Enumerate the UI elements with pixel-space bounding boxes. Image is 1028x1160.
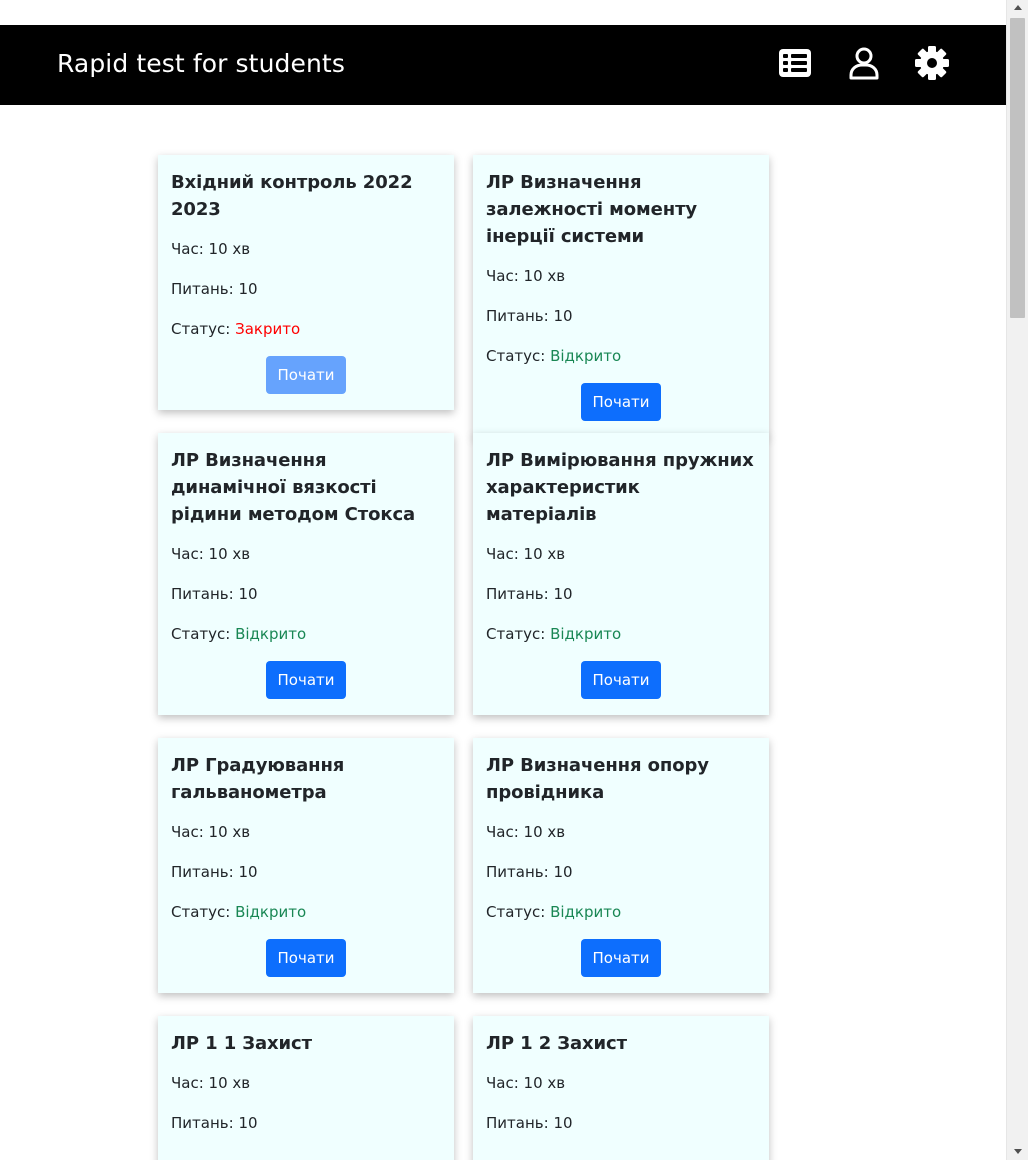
test-time: Час: 10 хв: [486, 823, 566, 841]
test-card: ЛР Визначення опору провідника Час: 10 х…: [473, 738, 769, 993]
start-button[interactable]: Почати: [581, 383, 661, 421]
start-button[interactable]: Почати: [581, 939, 661, 977]
test-card: ЛР Визначення динамічної вязкості рідини…: [158, 433, 454, 715]
test-questions: Питань: 10: [486, 307, 573, 325]
test-status: Статус: Відкрито: [486, 903, 622, 921]
vertical-scrollbar[interactable]: [1006, 0, 1028, 1160]
test-title: ЛР Вимірювання пружних характеристик мат…: [486, 450, 754, 525]
start-button[interactable]: Почати: [581, 661, 661, 699]
test-questions: Питань: 10: [171, 585, 258, 603]
start-button[interactable]: Почати: [266, 939, 346, 977]
start-button[interactable]: Почати: [266, 356, 346, 394]
test-questions: Питань: 10: [171, 863, 258, 881]
gear-icon[interactable]: [914, 45, 950, 81]
test-time: Час: 10 хв: [486, 267, 566, 285]
test-questions: Питань: 10: [171, 280, 258, 298]
brand-title[interactable]: Rapid test for students: [57, 49, 345, 78]
table-icon[interactable]: [777, 45, 813, 81]
test-card: ЛР 1 2 Захист Час: 10 хв Питань: 10: [473, 1016, 769, 1160]
test-title: ЛР Визначення залежності моменту інерції…: [486, 172, 698, 247]
start-button[interactable]: Почати: [266, 661, 346, 699]
test-time: Час: 10 хв: [171, 545, 251, 563]
status-badge: Відкрито: [235, 903, 307, 921]
test-status: Статус: Закрито: [171, 320, 301, 338]
test-questions: Питань: 10: [171, 1114, 258, 1132]
status-badge: Закрито: [235, 320, 301, 338]
test-time: Час: 10 хв: [171, 823, 251, 841]
test-status: Статус: Відкрито: [486, 625, 622, 643]
test-title: ЛР 1 2 Захист: [486, 1033, 627, 1054]
top-strip: [0, 0, 1006, 25]
test-questions: Питань: 10: [486, 1114, 573, 1132]
test-title: ЛР Визначення опору провідника: [486, 755, 709, 803]
test-card: ЛР Визначення залежності моменту інерції…: [473, 155, 769, 437]
status-badge: Відкрито: [235, 625, 307, 643]
test-title: ЛР Визначення динамічної вязкості рідини…: [171, 450, 416, 525]
test-status: Статус: Відкрито: [486, 347, 622, 365]
scroll-up-arrow-icon[interactable]: [1007, 0, 1028, 17]
scroll-down-arrow-icon[interactable]: [1007, 1143, 1028, 1160]
test-time: Час: 10 хв: [486, 545, 566, 563]
test-status: Статус: Відкрито: [171, 903, 307, 921]
status-badge: Відкрито: [550, 903, 622, 921]
navbar: Rapid test for students: [0, 25, 1006, 105]
test-title: Вхідний контроль 2022 2023: [171, 172, 413, 220]
user-icon[interactable]: [846, 45, 882, 81]
test-card: ЛР Вимірювання пружних характеристик мат…: [473, 433, 769, 715]
test-time: Час: 10 хв: [486, 1074, 566, 1092]
status-badge: Відкрито: [550, 347, 622, 365]
test-time: Час: 10 хв: [171, 1074, 251, 1092]
test-questions: Питань: 10: [486, 863, 573, 881]
test-title: ЛР 1 1 Захист: [171, 1033, 312, 1054]
test-card: ЛР 1 1 Захист Час: 10 хв Питань: 10: [158, 1016, 454, 1160]
scroll-thumb[interactable]: [1010, 18, 1025, 318]
status-badge: Відкрито: [550, 625, 622, 643]
test-time: Час: 10 хв: [171, 240, 251, 258]
test-questions: Питань: 10: [486, 585, 573, 603]
test-title: ЛР Градуювання гальванометра: [171, 755, 345, 803]
test-status: Статус: Відкрито: [171, 625, 307, 643]
test-card: ЛР Градуювання гальванометра Час: 10 хв …: [158, 738, 454, 993]
test-card: Вхідний контроль 2022 2023 Час: 10 хв Пи…: [158, 155, 454, 410]
